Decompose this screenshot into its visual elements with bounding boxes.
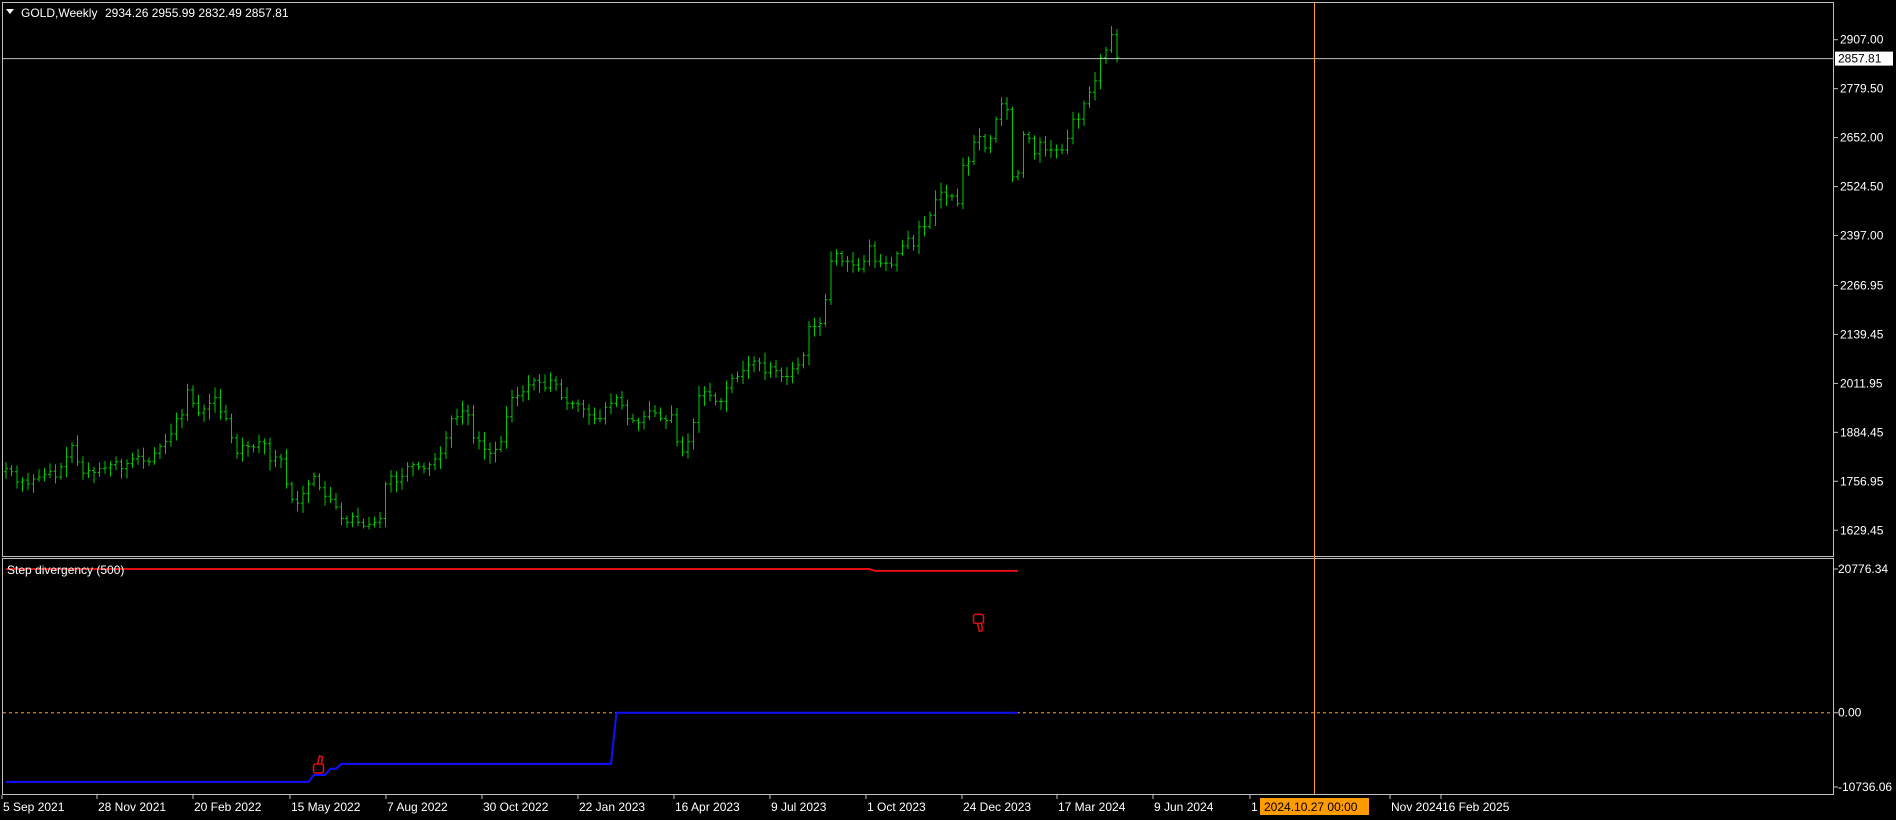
- indicator-tick-label: 20776.34: [1838, 562, 1888, 576]
- price-tick-label: 2139.45: [1840, 327, 1884, 341]
- price-tick-label: 1756.95: [1840, 474, 1884, 488]
- indicator-tick-label: 0.00: [1838, 706, 1862, 720]
- price-tick-label: 2652.00: [1840, 131, 1884, 145]
- time-tick-label: 22 Jan 2023: [579, 800, 645, 814]
- time-tick-label: 30 Oct 2022: [483, 800, 549, 814]
- time-tick-label: 17 Mar 2024: [1058, 800, 1126, 814]
- price-tick-label: 1629.45: [1840, 523, 1884, 537]
- price-tick-label: 1884.45: [1840, 425, 1884, 439]
- time-tick-label: 7 Aug 2022: [387, 800, 448, 814]
- time-tick-label: 9 Jun 2024: [1154, 800, 1214, 814]
- time-tick-label: 16 Feb 2025: [1442, 800, 1510, 814]
- indicator-panel-frame: [2, 558, 1834, 795]
- current-price-label: 2857.81: [1838, 52, 1882, 66]
- price-tick-label: 2907.00: [1840, 33, 1884, 47]
- main-panel-frame: [2, 2, 1834, 557]
- time-tick-label: Nov 2024: [1391, 800, 1443, 814]
- crosshair-time-label: 2024.10.27 00:00: [1264, 800, 1358, 814]
- price-tick-label: 2266.95: [1840, 278, 1884, 292]
- time-tick-label: 1: [1251, 800, 1258, 814]
- time-tick-label: 5 Sep 2021: [3, 800, 65, 814]
- time-tick-label: 28 Nov 2021: [98, 800, 166, 814]
- time-tick-label: 9 Jul 2023: [771, 800, 827, 814]
- indicator-title: Step divergency (500): [7, 563, 124, 577]
- price-tick-label: 2397.00: [1840, 229, 1884, 243]
- time-tick-label: 24 Dec 2023: [963, 800, 1031, 814]
- price-tick-label: 2524.50: [1840, 180, 1884, 194]
- ohlc-readout: 2934.26 2955.99 2832.49 2857.81: [105, 6, 289, 20]
- symbol-label: GOLD,Weekly: [21, 6, 97, 20]
- time-tick-label: 15 May 2022: [291, 800, 361, 814]
- price-tick-label: 2779.50: [1840, 82, 1884, 96]
- indicator-axis: 20776.34 0.00 -10736.06: [1834, 562, 1892, 794]
- indicator-tick-label: -10736.06: [1838, 780, 1892, 794]
- time-tick-label: 1 Oct 2023: [867, 800, 926, 814]
- price-tick-label: 2011.95: [1840, 376, 1883, 390]
- time-tick-label: 16 Apr 2023: [675, 800, 740, 814]
- time-tick-label: 20 Feb 2022: [194, 800, 262, 814]
- chart-canvas[interactable]: 2907.00 2779.50 2652.00 2524.50 2397.00 2266.…: [0, 0, 1896, 820]
